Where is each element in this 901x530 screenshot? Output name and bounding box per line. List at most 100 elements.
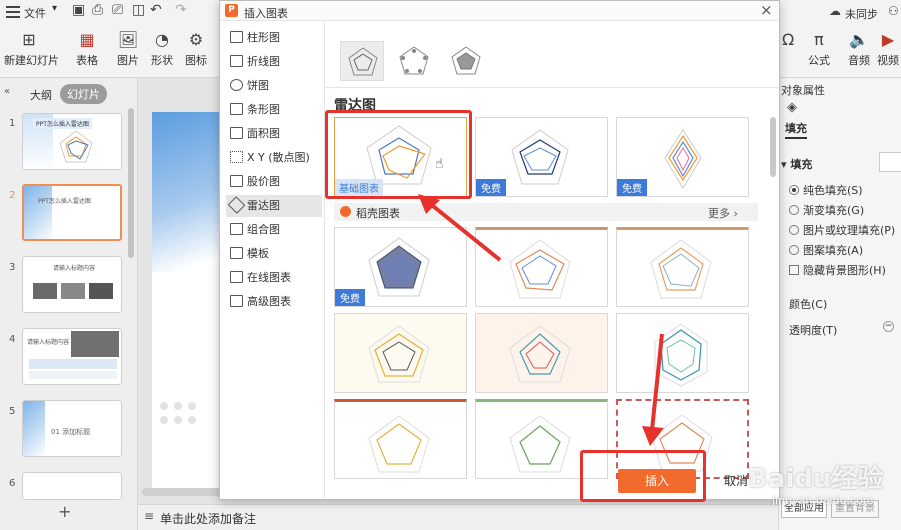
- shape-icon: ◔: [155, 30, 169, 49]
- nav-advanced[interactable]: 高级图表: [226, 291, 322, 313]
- radar-subtype-basic[interactable]: [340, 41, 384, 81]
- audio-icon: 🔈: [849, 30, 869, 49]
- chart-card-6[interactable]: [616, 227, 749, 307]
- chart-card-10[interactable]: [334, 399, 467, 479]
- file-menu[interactable]: 文件: [24, 5, 46, 21]
- slide-thumbnail-2[interactable]: PPT怎么插入雷达图: [22, 184, 122, 241]
- slide-thumbnail-4[interactable]: 请输入标题内容: [22, 328, 122, 385]
- dialog-titlebar: P 插入图表 ×: [220, 1, 779, 21]
- minus-icon[interactable]: −: [883, 321, 894, 332]
- advanced-chart-icon: [230, 295, 243, 307]
- close-icon[interactable]: ×: [760, 1, 773, 19]
- table-icon: ▦: [79, 30, 95, 49]
- object-props-title: 对象属性: [781, 84, 825, 97]
- free-badge: 免费: [617, 179, 647, 196]
- radar-preview: [650, 239, 712, 299]
- add-slide-icon[interactable]: +: [58, 502, 71, 521]
- daoke-header: 稻壳图表 更多 ›: [334, 203, 758, 221]
- pie-chart-icon: [230, 79, 243, 91]
- tab-outline[interactable]: 大纲: [30, 87, 52, 103]
- radio-solid-fill[interactable]: 纯色填充(S): [789, 182, 863, 198]
- formula-button[interactable]: π 公式: [804, 30, 834, 68]
- more-link[interactable]: 更多 ›: [708, 205, 738, 221]
- transparency-label: 透明度(T): [789, 324, 838, 337]
- nav-bar[interactable]: 条形图: [226, 99, 322, 121]
- nav-online[interactable]: 在线图表: [226, 267, 322, 289]
- dialog-title: 插入图表: [244, 7, 288, 20]
- chart-card-7[interactable]: [334, 313, 467, 393]
- nav-pie[interactable]: 饼图: [226, 75, 322, 97]
- wps-logo-icon: P: [225, 4, 238, 17]
- radio-pattern-fill[interactable]: 图案填充(A): [789, 242, 863, 258]
- nav-combo[interactable]: 组合图: [226, 219, 322, 241]
- radar-chart-icon: [227, 196, 246, 214]
- slide-number: 4: [9, 334, 16, 345]
- chevron-down-icon[interactable]: ▾: [52, 3, 57, 14]
- omega-icon[interactable]: Ω: [782, 30, 794, 52]
- pi-icon: π: [814, 30, 824, 49]
- audio-button[interactable]: 🔈 音频: [846, 30, 872, 68]
- canvas-horizontal-scrollbar[interactable]: [142, 488, 222, 496]
- nav-line[interactable]: 折线图: [226, 51, 322, 73]
- redo-icon[interactable]: ↷: [175, 2, 187, 18]
- tab-fill[interactable]: 填充: [785, 120, 807, 139]
- thumbnail-scrollbar[interactable]: [128, 108, 134, 258]
- radar-subtype-marker[interactable]: [392, 41, 436, 81]
- notes-placeholder[interactable]: 单击此处添加备注: [160, 510, 256, 527]
- radio-picture-fill[interactable]: 图片或纹理填充(P): [789, 222, 895, 238]
- undo-icon[interactable]: ↶: [150, 2, 162, 18]
- nav-radar[interactable]: 雷达图: [226, 195, 322, 217]
- nav-area[interactable]: 面积图: [226, 123, 322, 145]
- radar-basic-icon: [348, 47, 378, 76]
- new-slide-button[interactable]: ⊞ 新建幻灯片: [4, 30, 59, 68]
- bar-chart-icon: [230, 103, 243, 115]
- radar-preview: [368, 325, 430, 383]
- gallery-scrollbar[interactable]: [770, 117, 776, 177]
- export-icon[interactable]: ⎙: [92, 2, 103, 18]
- chart-type-list: 柱形图 折线图 饼图 条形图 面积图 X Y (散点图) 股价图 雷达图 组合图…: [220, 21, 325, 499]
- chart-card-3[interactable]: 免费: [616, 117, 749, 197]
- scatter-chart-icon: [230, 151, 243, 163]
- chart-card-2[interactable]: 免费: [475, 117, 608, 197]
- fill-bucket-icon: ◈: [787, 100, 797, 115]
- column-chart-icon: [230, 31, 243, 43]
- video-icon: ▶: [881, 30, 895, 49]
- hide-bg-checkbox[interactable]: 隐藏背景图形(H): [789, 262, 886, 278]
- nav-column[interactable]: 柱形图: [226, 27, 322, 49]
- sync-status[interactable]: 未同步: [845, 6, 878, 22]
- free-badge: 免费: [335, 289, 365, 306]
- image-button[interactable]: 🖼 图片: [112, 30, 144, 68]
- slide-thumbnail-6[interactable]: [22, 472, 122, 500]
- slide-number: 6: [9, 478, 16, 489]
- icons-button[interactable]: ⚙ 图标: [180, 30, 212, 68]
- nav-stock[interactable]: 股价图: [226, 171, 322, 193]
- radio-gradient-fill[interactable]: 渐变填充(G): [789, 202, 864, 218]
- hamburger-menu-icon[interactable]: [6, 6, 20, 18]
- icons-icon: ⚙: [188, 30, 204, 49]
- slide-thumbnail-1[interactable]: PPT怎么插入雷达图: [22, 113, 122, 170]
- preview-icon[interactable]: ◫: [132, 2, 145, 18]
- notes-icon: ≡: [144, 509, 155, 523]
- tab-slides[interactable]: 幻灯片: [60, 84, 107, 104]
- nav-scatter[interactable]: X Y (散点图): [226, 147, 322, 169]
- table-button[interactable]: ▦ 表格: [72, 30, 102, 68]
- collaborate-icon[interactable]: ⚇: [888, 4, 899, 18]
- slide-thumbnail-5[interactable]: 01 添加标题: [22, 400, 122, 457]
- radar-filled-icon: [451, 46, 481, 75]
- new-slide-icon: ⊞: [22, 30, 36, 49]
- save-icon[interactable]: ▣: [72, 2, 85, 18]
- shape-button[interactable]: ◔ 形状: [146, 30, 178, 68]
- stock-chart-icon: [230, 175, 243, 187]
- print-icon[interactable]: ⎚: [112, 2, 123, 18]
- color-label: 颜色(C): [789, 298, 828, 311]
- fill-dropdown[interactable]: [879, 152, 901, 172]
- collapse-pane-icon[interactable]: «: [4, 86, 10, 97]
- video-button[interactable]: ▶ 视频: [876, 30, 900, 68]
- chart-card-8[interactable]: [475, 313, 608, 393]
- slide-thumbnail-3[interactable]: 请输入标题内容: [22, 256, 122, 313]
- nav-template[interactable]: 模板: [226, 243, 322, 265]
- combo-chart-icon: [230, 223, 243, 235]
- online-chart-icon: [230, 271, 243, 283]
- slide-number: 3: [9, 262, 16, 273]
- radar-subtype-filled[interactable]: [444, 41, 488, 81]
